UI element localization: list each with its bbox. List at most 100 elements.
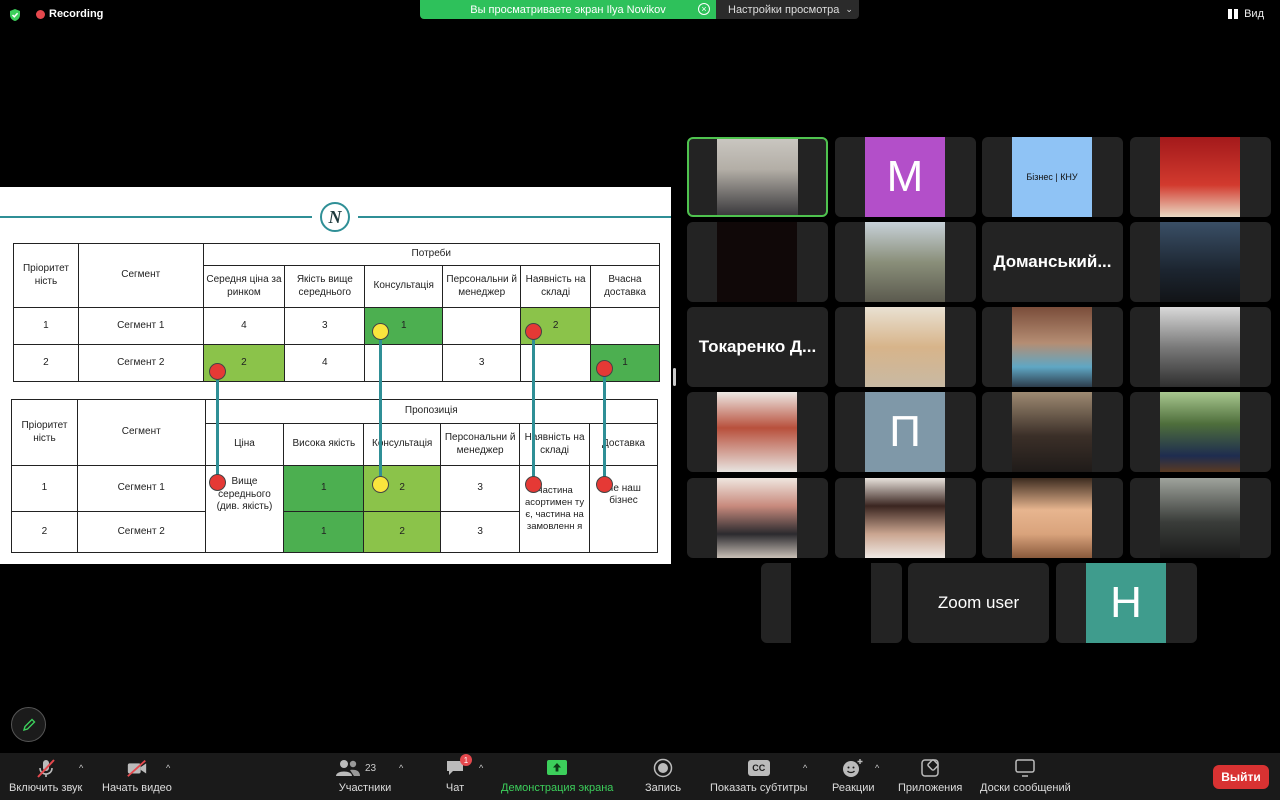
- marker-red: [596, 476, 613, 493]
- participant-video: [865, 478, 945, 558]
- participant-tile[interactable]: [982, 392, 1123, 472]
- start-video-label: Начать видео: [102, 782, 172, 794]
- camera-off-icon: [126, 757, 148, 779]
- header-segment: Сегмент: [76, 399, 206, 466]
- chevron-up-icon[interactable]: ^: [875, 763, 879, 773]
- share-screen-label: Демонстрация экрана: [501, 782, 614, 794]
- marker-red: [525, 476, 542, 493]
- chevron-up-icon[interactable]: ^: [803, 763, 807, 773]
- apps-button[interactable]: Приложения: [898, 757, 962, 794]
- participant-tile[interactable]: [1130, 478, 1271, 558]
- participant-logo: Бізнес | КНУ: [1012, 137, 1092, 217]
- chevron-up-icon[interactable]: ^: [79, 763, 83, 773]
- participant-tile-active[interactable]: [687, 137, 828, 217]
- participant-tile[interactable]: M: [835, 137, 976, 217]
- participant-tile[interactable]: [761, 563, 902, 643]
- participant-tile[interactable]: Токаренко Д...: [687, 307, 828, 387]
- header-offer: Наявність на складі: [519, 423, 591, 466]
- slide-logo-icon: N: [320, 202, 350, 232]
- mic-muted-icon: [35, 757, 57, 779]
- start-video-button[interactable]: Начать видео: [102, 757, 172, 794]
- cell: 2: [11, 511, 78, 553]
- chevron-up-icon[interactable]: ^: [479, 763, 483, 773]
- header-needs: Потреби: [202, 243, 661, 266]
- header-need: Персональни й менеджер: [442, 265, 522, 308]
- header-need: Консультація: [364, 265, 444, 308]
- participant-tile[interactable]: [1130, 222, 1271, 302]
- cell: [442, 307, 522, 345]
- message-boards-button[interactable]: Доски сообщений: [980, 757, 1071, 794]
- close-icon[interactable]: ×: [698, 3, 710, 15]
- participant-avatar: M: [865, 137, 945, 217]
- header-offer: Консультація: [363, 423, 442, 466]
- header-need: Вчасна доставка: [590, 265, 660, 308]
- shared-slide: N Пріоритет ність Сегмент Потреби Середн…: [0, 187, 671, 564]
- participant-tile[interactable]: [687, 392, 828, 472]
- view-settings-button[interactable]: Настройки просмотра ⌄: [716, 0, 859, 19]
- table-row: 1 Сегмент 1 4 3 1 2: [13, 307, 660, 345]
- participants-button[interactable]: 23 Участники: [335, 757, 395, 794]
- participant-tile[interactable]: П: [835, 392, 976, 472]
- cell: [590, 307, 660, 345]
- participants-icon: 23: [335, 757, 395, 779]
- cell: [364, 344, 444, 382]
- participant-tile[interactable]: [835, 222, 976, 302]
- connector-arrow: [532, 333, 535, 483]
- marker-yellow: [372, 323, 389, 340]
- participants-label: Участники: [338, 782, 392, 794]
- record-button[interactable]: Запись: [645, 757, 681, 794]
- participant-name: Доманський...: [993, 252, 1112, 271]
- participant-name: Zoom user: [937, 593, 1020, 612]
- share-screen-icon: [546, 757, 568, 779]
- participant-tile[interactable]: [687, 478, 828, 558]
- subtitles-button[interactable]: CC Показать субтитры: [710, 757, 808, 794]
- participant-tile[interactable]: [687, 222, 828, 302]
- marker-red: [209, 474, 226, 491]
- participant-video: [1012, 392, 1092, 472]
- share-screen-button[interactable]: Демонстрация экрана: [501, 757, 613, 794]
- participant-tile[interactable]: [982, 478, 1123, 558]
- header-need: Наявність на складі: [520, 265, 592, 308]
- participant-video: [865, 307, 945, 387]
- participant-tile[interactable]: [835, 478, 976, 558]
- participants-count: 23: [365, 762, 377, 774]
- participant-tile[interactable]: H: [1056, 563, 1197, 643]
- participant-tile[interactable]: [982, 307, 1123, 387]
- annotate-pencil-button[interactable]: [11, 707, 46, 742]
- cell: 2: [13, 344, 79, 382]
- cell: 2: [363, 511, 442, 553]
- connector-arrow: [216, 373, 219, 483]
- participant-avatar: H: [1086, 563, 1166, 643]
- participant-video: [1160, 222, 1240, 302]
- participant-tile[interactable]: [1130, 392, 1271, 472]
- chevron-up-icon[interactable]: ^: [166, 763, 170, 773]
- apps-icon: [919, 757, 941, 779]
- reactions-button[interactable]: Реакции: [832, 757, 875, 794]
- participant-video: [865, 222, 945, 302]
- participant-tile[interactable]: [835, 307, 976, 387]
- chevron-up-icon[interactable]: ^: [399, 763, 403, 773]
- unmute-button[interactable]: Включить звук: [9, 757, 82, 794]
- header-priority: Пріоритет ність: [11, 399, 78, 466]
- leave-button[interactable]: Выйти: [1213, 765, 1269, 789]
- participant-video: [1160, 307, 1240, 387]
- shield-icon[interactable]: [8, 8, 22, 22]
- participant-video: [717, 222, 797, 302]
- participant-tile[interactable]: Бізнес | КНУ: [982, 137, 1123, 217]
- cc-icon: CC: [747, 757, 770, 779]
- participant-tile[interactable]: [1130, 307, 1271, 387]
- chat-button[interactable]: 1 Чат: [444, 754, 472, 794]
- cell: Сегмент 2: [76, 511, 206, 553]
- participant-tile[interactable]: Zoom user: [908, 563, 1049, 643]
- participant-tile[interactable]: Доманський...: [982, 222, 1123, 302]
- view-button[interactable]: Вид: [1228, 8, 1264, 20]
- resize-handle[interactable]: [673, 368, 676, 386]
- header-need: Якість вище середнього: [284, 265, 366, 308]
- slide-divider: [0, 216, 312, 218]
- leave-label: Выйти: [1221, 770, 1261, 784]
- cell: 4: [284, 344, 366, 382]
- chevron-down-icon: ⌄: [845, 4, 853, 14]
- recording-indicator[interactable]: Recording: [36, 8, 103, 20]
- participant-tile[interactable]: [1130, 137, 1271, 217]
- subtitles-label: Показать субтитры: [710, 782, 808, 794]
